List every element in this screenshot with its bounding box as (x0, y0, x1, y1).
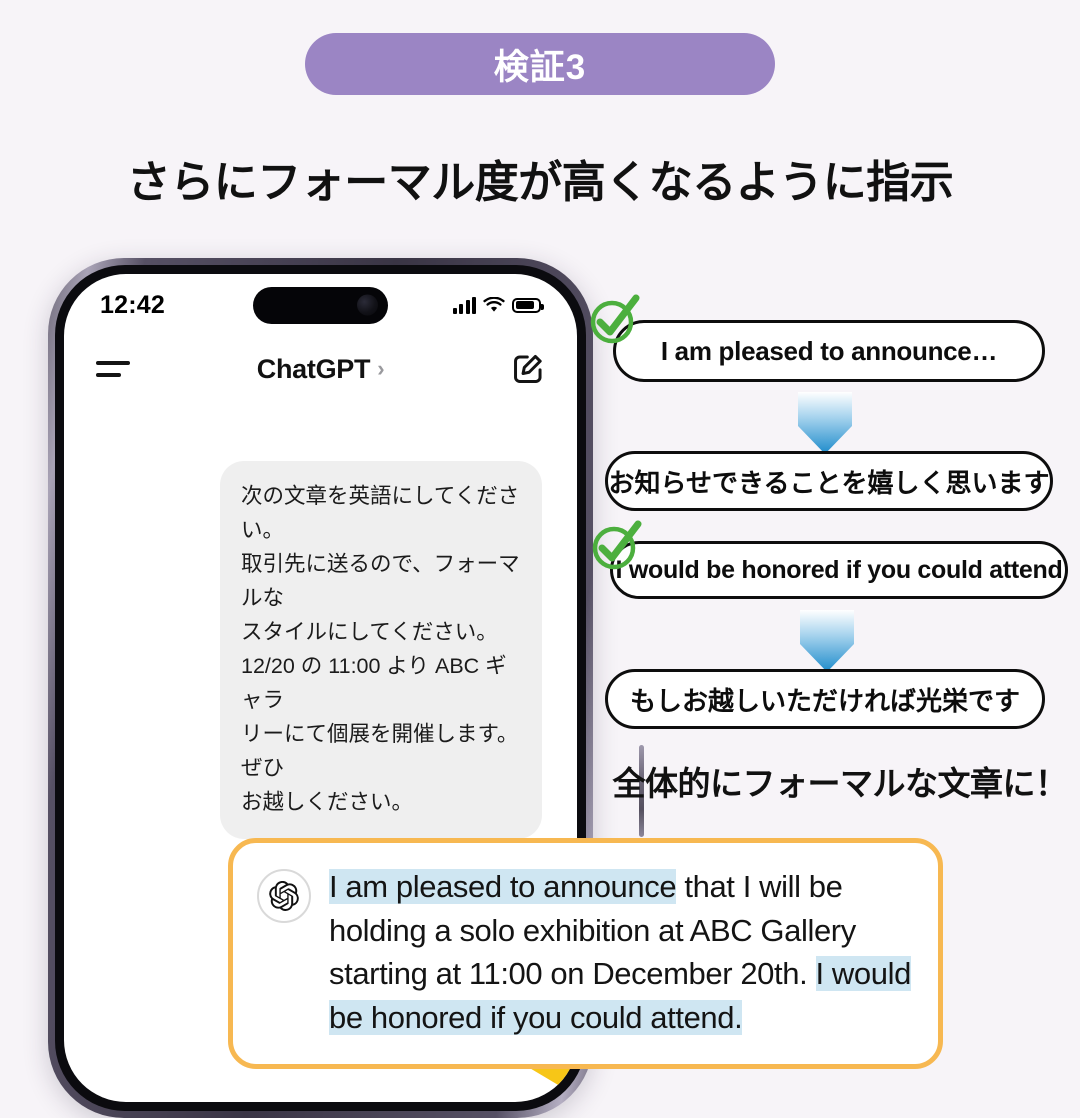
assistant-response-card: I am pleased to announce that I will be … (228, 838, 943, 1069)
blue-gradient-down-arrow-icon-2 (792, 610, 862, 672)
chevron-right-icon: › (377, 356, 385, 381)
annotation-pill-japanese-1: お知らせできることを嬉しく思います (605, 451, 1053, 511)
app-title[interactable]: ChatGPT › (130, 354, 511, 385)
compose-icon[interactable] (511, 352, 545, 386)
annotation-pill-japanese-1-label: お知らせできることを嬉しく思います (608, 467, 1050, 498)
annotation-pill-english-2: I would be honored if you could attend (610, 541, 1068, 599)
blue-gradient-down-arrow-icon-1 (790, 392, 860, 454)
cellular-signal-icon (452, 296, 476, 314)
status-bar: 12:42 (64, 274, 577, 336)
dynamic-island (253, 286, 388, 324)
app-title-label: ChatGPT (256, 353, 371, 384)
section-badge-label: 検証3 (493, 47, 587, 87)
status-indicators (411, 296, 544, 314)
wifi-icon (483, 296, 505, 312)
annotation-pill-english-1: I am pleased to announce… (613, 320, 1045, 382)
annotation-pill-english-1-label: I am pleased to announce… (660, 335, 998, 366)
front-camera-icon (357, 294, 378, 316)
slide-canvas: 検証3 さらにフォーマル度が高くなるように指示 12:42 ChatGPT › … (0, 0, 1080, 1118)
assistant-response-text: I am pleased to announce that I will be … (329, 865, 912, 1040)
response-segment-highlighted-1: I am pleased to announce (329, 869, 677, 904)
status-time: 12:42 (100, 290, 165, 319)
summary-caption: 全体的にフォーマルな文章に！ (612, 765, 1069, 802)
green-check-icon-2 (588, 518, 644, 574)
green-check-icon-1 (586, 292, 642, 348)
annotation-pill-japanese-2-label: もしお越しいただければ光栄です (629, 685, 1020, 716)
openai-logo-icon (257, 869, 311, 923)
annotation-pill-japanese-2: もしお越しいただければ光栄です (605, 669, 1045, 729)
hamburger-menu-icon[interactable] (96, 361, 130, 377)
annotation-pill-english-2-label: I would be honored if you could attend (615, 555, 1063, 584)
app-nav-bar: ChatGPT › (64, 336, 577, 402)
user-message-bubble: 次の文章を英語にしてください。 取引先に送るので、フォーマルな スタイルにしてく… (220, 461, 542, 839)
battery-icon (512, 297, 544, 313)
